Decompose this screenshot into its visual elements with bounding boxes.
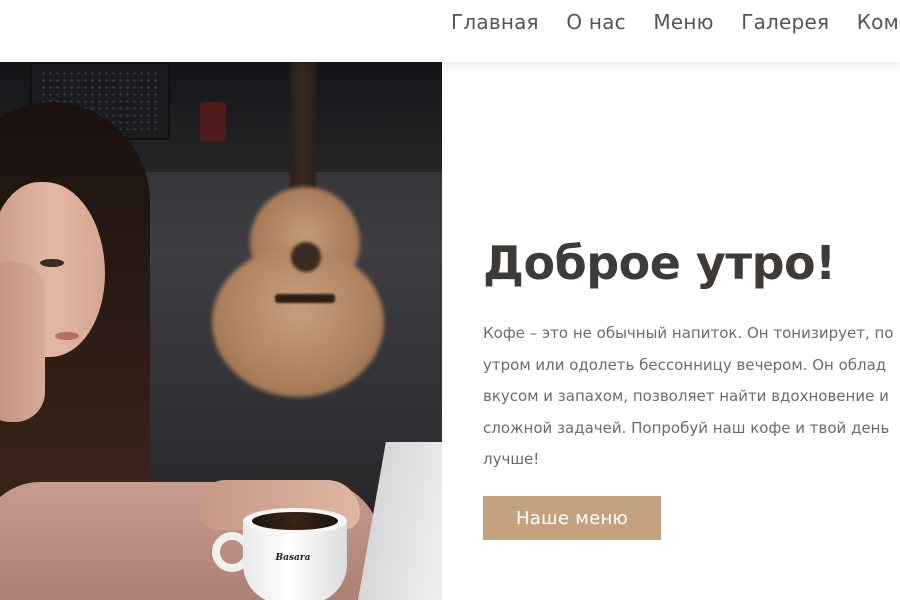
nav-link-gallery[interactable]: Галерея	[741, 10, 829, 34]
nav-link-home[interactable]: Главная	[451, 10, 539, 34]
nav-link-menu[interactable]: Меню	[653, 10, 713, 34]
woman-lips	[55, 332, 79, 340]
hero-description: Кофе – это не обычный напиток. Он тонизи…	[483, 324, 894, 468]
main-nav: Главная О нас Меню Галерея Кома	[451, 10, 900, 34]
hero-image: Basara	[0, 62, 442, 600]
hero-title: Доброе утро!	[483, 236, 836, 290]
guitar-sound-hole	[291, 242, 321, 272]
nav-link-team[interactable]: Кома	[857, 10, 900, 34]
guitar-bridge	[275, 294, 335, 303]
cup-logo: Basara	[275, 553, 311, 563]
background-object	[200, 102, 226, 142]
our-menu-button[interactable]: Наше меню	[483, 496, 661, 540]
coffee-surface	[252, 512, 338, 530]
woman-hand	[0, 262, 45, 422]
woman-eye	[40, 259, 64, 267]
site-header: Главная О нас Меню Галерея Кома	[0, 0, 900, 62]
nav-link-about[interactable]: О нас	[566, 10, 625, 34]
